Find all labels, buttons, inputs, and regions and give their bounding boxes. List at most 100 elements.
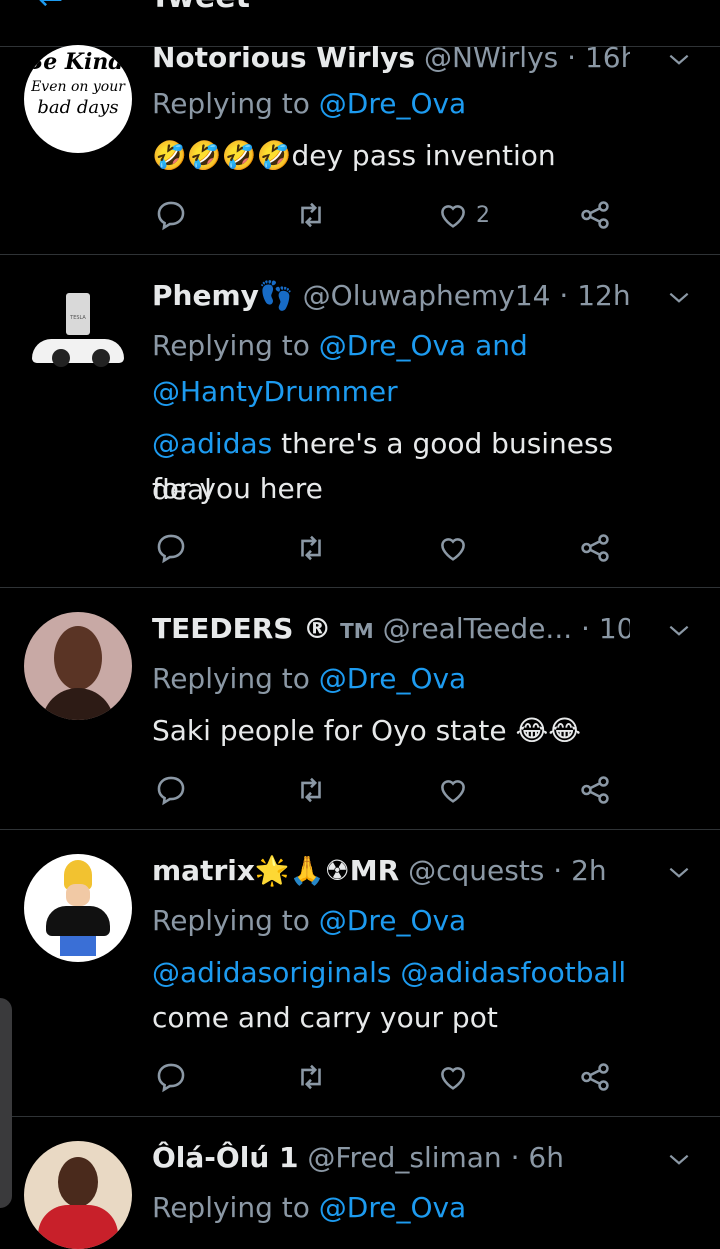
heart-icon [441, 538, 465, 561]
share-icon [581, 201, 609, 229]
user-handle[interactable]: @realTeede... [383, 612, 573, 645]
share-icon [581, 534, 609, 562]
timestamp: 6h [528, 1141, 564, 1174]
reply-button[interactable] [154, 770, 188, 810]
tweet-header: TEEDERS ® TM @realTeede... · 10h [152, 612, 630, 645]
reply-button[interactable] [154, 1057, 188, 1097]
display-name[interactable]: TEEDERS ® [152, 612, 331, 645]
share-button[interactable] [578, 1057, 612, 1097]
replying-to: Replying to @Dre_Ova [152, 656, 680, 702]
mention-links[interactable]: @adidasoriginals @adidasfootball [152, 950, 680, 996]
heart-icon [441, 205, 465, 228]
retweet-button[interactable] [294, 528, 328, 568]
avatar-text: Even on your [31, 79, 125, 96]
user-handle[interactable]: @NWirlys [424, 41, 558, 74]
reply-mention-link[interactable]: @Dre_Ova [319, 1191, 466, 1224]
reply-tweet[interactable]: TEEDERS ® TM @realTeede... · 10h Replyin… [0, 588, 720, 830]
timestamp: 16h [584, 41, 630, 74]
chevron-down-icon[interactable] [666, 47, 692, 73]
tweet-text: Saki people for Oyo state 😂😂 [152, 714, 581, 747]
tweet-header: Notorious Wirlys @NWirlys · 16h [152, 41, 630, 74]
replying-to: Replying to @Dre_Ova and [152, 323, 680, 369]
replying-label: Replying to [152, 329, 310, 362]
avatar-text: bad days [37, 96, 119, 118]
display-name[interactable]: Notorious Wirlys [152, 41, 415, 74]
reply-tweet[interactable]: matrix🌟🙏☢MR @cquests · 2h Replying to @D… [0, 830, 720, 1117]
reply-button[interactable] [154, 528, 188, 568]
chevron-down-icon[interactable] [666, 618, 692, 644]
reply-tweet[interactable]: Be Kind. Even on your bad days Notorious… [0, 41, 720, 255]
verified-badge: TM [340, 619, 374, 643]
replying-label: Replying to [152, 904, 310, 937]
top-bar: ← Tweet [0, 0, 720, 47]
tweet-actions [152, 770, 632, 810]
reply-tweet[interactable]: Ôlá-Ôlú 1 @Fred_sliman · 6h Replying to … [0, 1117, 720, 1249]
tweet-text: come and carry your pot [152, 1001, 498, 1034]
retweet-button[interactable] [294, 1057, 328, 1097]
retweet-icon [301, 202, 321, 228]
retweet-button[interactable] [294, 195, 328, 235]
tweet-header: matrix🌟🙏☢MR @cquests · 2h [152, 854, 607, 887]
retweet-button[interactable] [294, 770, 328, 810]
reply-button[interactable] [154, 195, 188, 235]
avatar[interactable]: Be Kind. Even on your bad days [24, 45, 132, 153]
reply-mention-link[interactable]: @Dre_Ova and [319, 329, 528, 362]
avatar[interactable] [24, 612, 132, 720]
reply-mention-link[interactable]: @Dre_Ova [319, 87, 466, 120]
replying-label: Replying to [152, 1191, 310, 1224]
avatar[interactable] [24, 854, 132, 962]
edge-panel-handle[interactable] [0, 998, 12, 1208]
timestamp: 2h [571, 854, 607, 887]
tweet-text-line: for you here [152, 472, 323, 505]
chevron-down-icon[interactable] [666, 285, 692, 311]
retweet-icon [301, 535, 321, 561]
like-button[interactable] [436, 770, 470, 810]
reply-icon [157, 776, 185, 806]
like-button[interactable] [436, 1057, 470, 1097]
replying-to: Replying to @Dre_Ova [152, 1185, 680, 1231]
share-icon [581, 1063, 609, 1091]
display-name[interactable]: matrix🌟🙏☢MR [152, 854, 399, 887]
chevron-down-icon[interactable] [666, 860, 692, 886]
tweet-header: Ôlá-Ôlú 1 @Fred_sliman · 6h [152, 1141, 564, 1174]
reply-mention-link[interactable]: @HantyDrummer [152, 369, 680, 415]
replying-to: Replying to @Dre_Ova [152, 898, 680, 944]
replying-to: Replying to @Dre_Ova [152, 81, 680, 127]
retweet-icon [301, 777, 321, 803]
heart-icon [441, 1067, 465, 1090]
heart-icon [441, 780, 465, 803]
timestamp: 12h [577, 279, 630, 312]
page-title: Tweet [150, 0, 250, 15]
tweet-actions: 2 [152, 195, 632, 235]
reply-icon [157, 534, 185, 564]
avatar[interactable] [24, 1141, 132, 1249]
share-button[interactable] [578, 195, 612, 235]
reply-tweet[interactable]: TESLA Phemy👣 @Oluwaphemy14 · 12h Replyin… [0, 255, 720, 588]
avatar-text: Be Kind. [24, 49, 132, 75]
avatar[interactable]: TESLA [24, 279, 132, 387]
share-button[interactable] [578, 528, 612, 568]
mention-link[interactable]: @adidas [152, 427, 272, 460]
replying-label: Replying to [152, 87, 310, 120]
reply-icon [157, 201, 185, 231]
tweet-actions [152, 528, 632, 568]
retweet-icon [301, 1064, 321, 1090]
back-arrow-icon[interactable]: ← [38, 0, 63, 17]
display-name[interactable]: Phemy👣 [152, 279, 294, 312]
like-button[interactable]: 2 [436, 195, 490, 235]
tweet-text: 🤣🤣🤣🤣dey pass invention [152, 139, 556, 172]
chevron-down-icon[interactable] [666, 1147, 692, 1173]
tweet-header: Phemy👣 @Oluwaphemy14 · 12h [152, 279, 630, 312]
share-button[interactable] [578, 770, 612, 810]
like-count: 2 [476, 202, 490, 228]
tweet-actions [152, 1057, 632, 1097]
display-name[interactable]: Ôlá-Ôlú 1 [152, 1141, 298, 1174]
user-handle[interactable]: @Oluwaphemy14 [303, 279, 551, 312]
reply-mention-link[interactable]: @Dre_Ova [319, 662, 466, 695]
reply-icon [157, 1063, 185, 1093]
reply-mention-link[interactable]: @Dre_Ova [319, 904, 466, 937]
user-handle[interactable]: @cquests [408, 854, 544, 887]
like-button[interactable] [436, 528, 470, 568]
avatar-text: TESLA [70, 315, 86, 321]
user-handle[interactable]: @Fred_sliman [307, 1141, 501, 1174]
